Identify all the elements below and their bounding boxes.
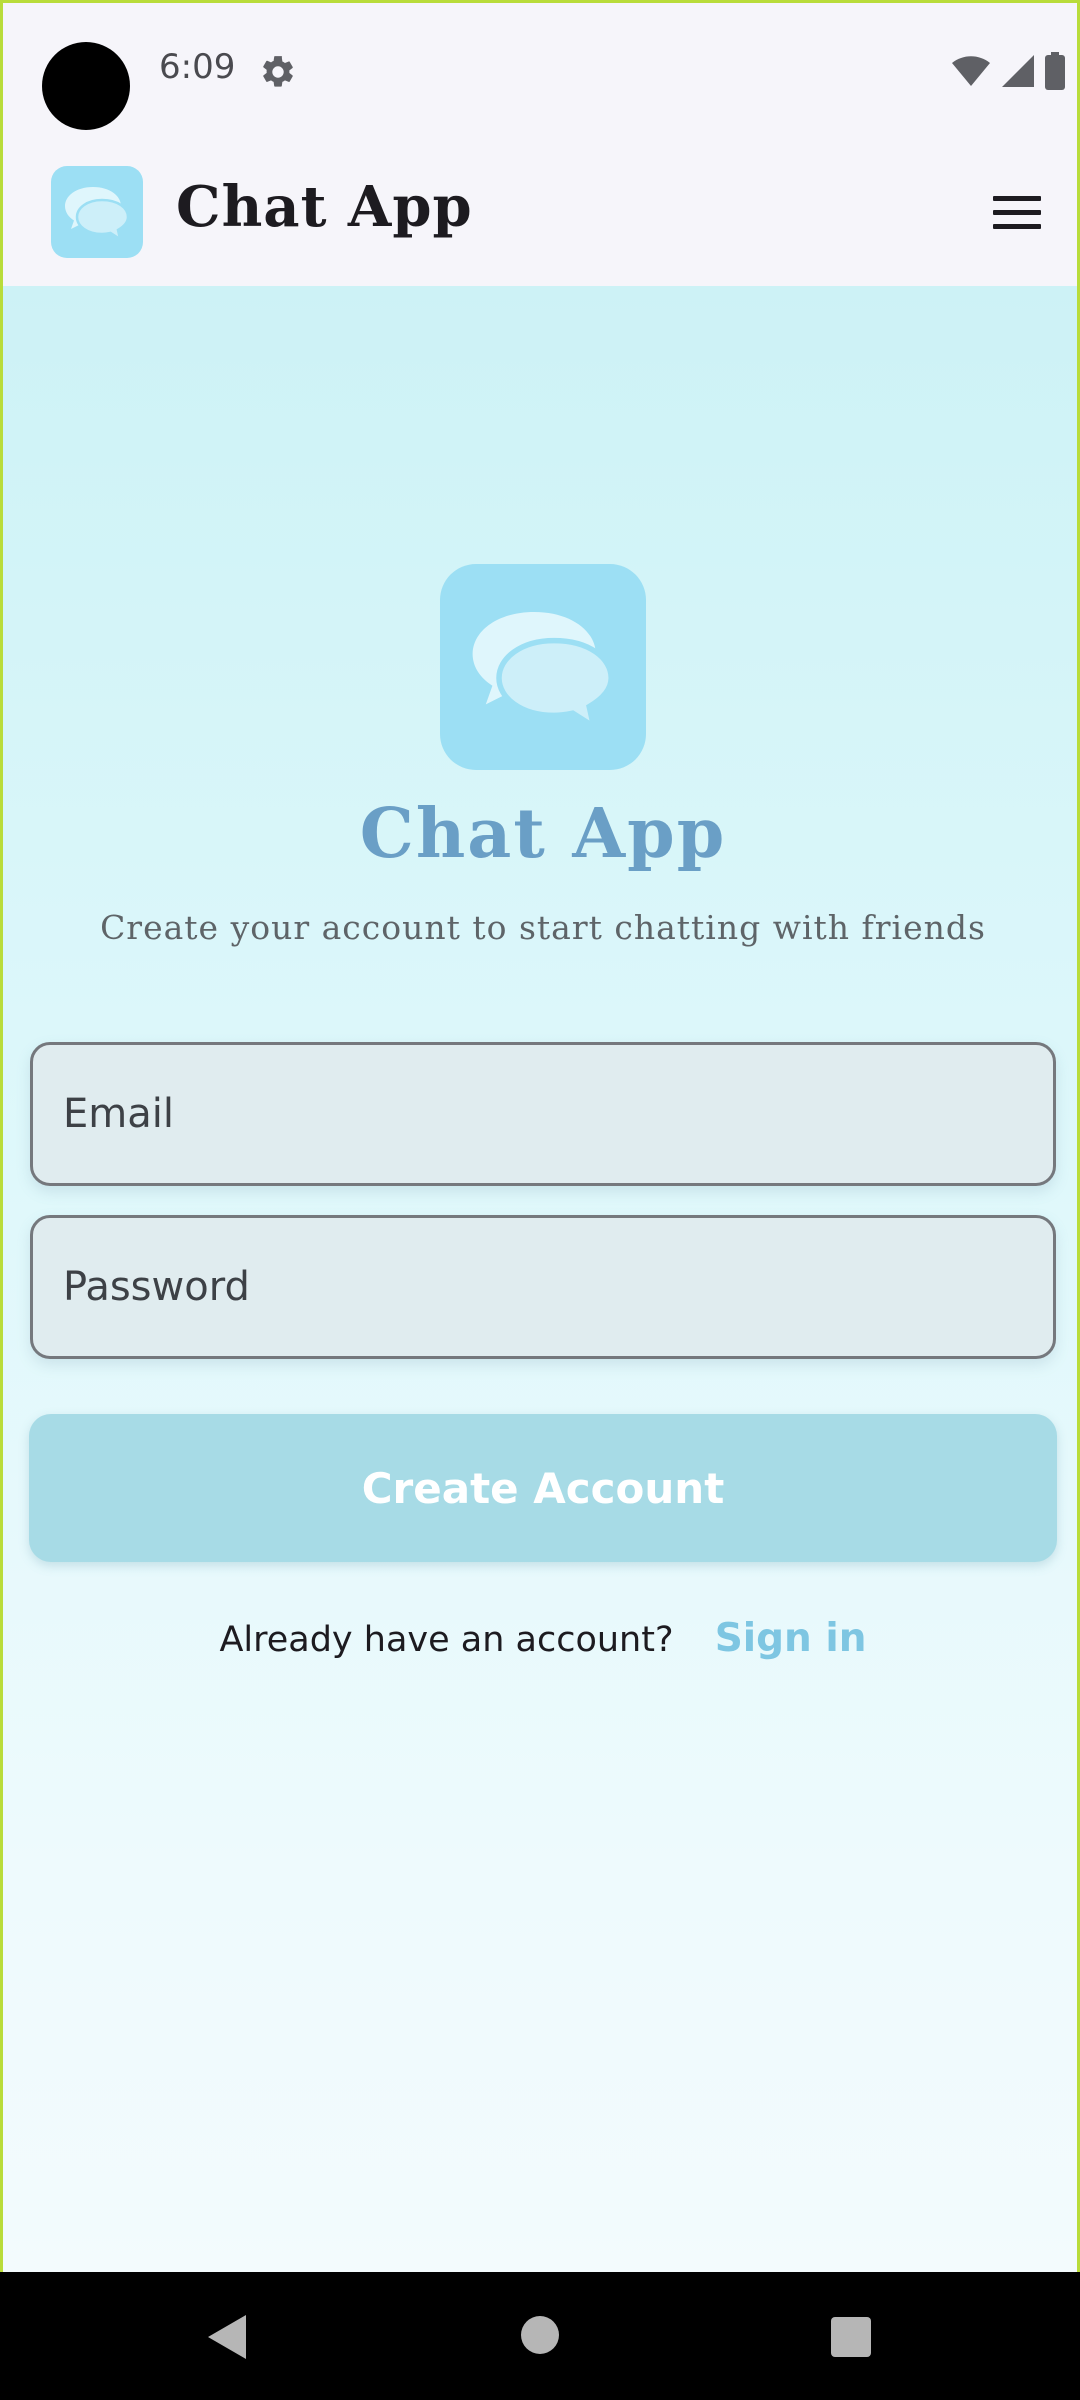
hero-subtitle: Create your account to start chatting wi… [100, 908, 986, 947]
hamburger-menu-icon-line [993, 209, 1041, 215]
system-nav-bar [0, 2272, 1080, 2400]
app-logo [51, 166, 143, 258]
back-icon[interactable] [206, 2313, 250, 2361]
app-frame: 6:09 Chat App Chat App Create your accou… [0, 0, 1080, 2272]
hero-title: Chat App [359, 794, 727, 874]
menu-button[interactable] [993, 188, 1045, 236]
battery-icon [1045, 52, 1065, 90]
hamburger-menu-icon-line [993, 223, 1041, 229]
hero-logo [440, 564, 646, 770]
status-bar: 6:09 [3, 3, 1077, 138]
signin-prompt: Already have an account? [219, 1620, 674, 1660]
recents-icon[interactable] [831, 2317, 871, 2357]
email-input[interactable] [33, 1045, 1053, 1183]
signal-icon [1002, 55, 1034, 87]
signin-link[interactable]: Sign in [715, 1616, 867, 1661]
chat-bubbles-icon [65, 187, 130, 242]
app-bar: Chat App [3, 138, 1077, 286]
status-time: 6:09 [159, 47, 236, 87]
wifi-icon [952, 56, 990, 86]
status-icons [951, 51, 1065, 91]
signin-row: Already have an account? Sign in [3, 1616, 1077, 1661]
camera-cutout [42, 42, 130, 130]
settings-icon [263, 56, 293, 87]
signup-content: Chat App Create your account to start ch… [3, 286, 1077, 2272]
email-field[interactable] [30, 1042, 1056, 1186]
chat-bubbles-icon [472, 612, 614, 733]
password-input[interactable] [33, 1218, 1053, 1356]
home-icon[interactable] [521, 2316, 559, 2354]
password-field[interactable] [30, 1215, 1056, 1359]
hamburger-menu-icon [993, 195, 1041, 201]
create-account-button[interactable]: Create Account [29, 1414, 1057, 1562]
app-title: Chat App [176, 174, 473, 240]
